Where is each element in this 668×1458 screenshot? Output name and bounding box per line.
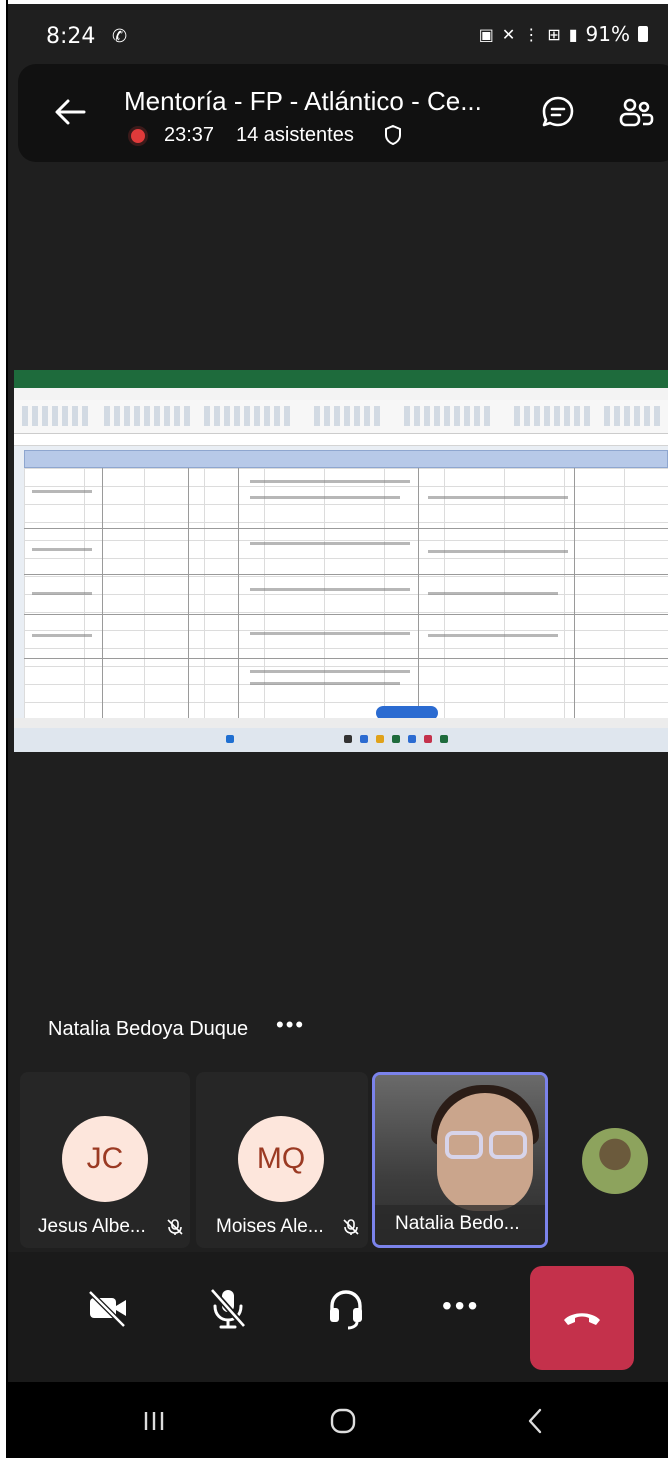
avatar: JC [62,1116,148,1202]
mic-off-icon [167,1219,183,1235]
cell-text [32,634,92,637]
windows-taskbar [14,728,668,752]
spreadsheet-ribbon [14,400,668,434]
status-time: 8:24 [46,24,96,49]
participant-tile-active[interactable]: Natalia Bedo... [372,1072,548,1248]
back-arrow-icon[interactable] [48,90,92,134]
participant-tile[interactable]: MQ Moises Ale... [196,1072,368,1248]
status-icons: ▣ ✕ ⋮ ⊞ ▮ 91% [479,22,648,46]
battery-level: 91% [585,22,630,46]
row-divider [24,614,668,615]
column-divider [574,468,575,718]
mic-off-icon[interactable] [204,1284,252,1332]
headset-icon[interactable] [322,1284,370,1332]
formula-bar [14,434,668,446]
video-glasses [489,1131,527,1159]
cell-text [428,496,568,499]
ribbon-group [314,406,384,426]
ribbon-group [22,406,92,426]
recording-timer: 23:37 [164,124,215,146]
taskbar-app-icon [344,735,352,743]
cell-text [250,496,400,499]
cell-text [32,548,92,551]
taskbar-app-icon [440,735,448,743]
hang-up-button[interactable] [530,1266,634,1370]
spreadsheet-header-row [24,450,668,468]
cell-text [250,682,400,685]
taskbar-app-icon [360,735,368,743]
column-divider [188,468,189,718]
meeting-title[interactable]: Mentoría - FP - Atlántico - Ce... [124,86,482,117]
call-controls: ••• [8,1252,668,1382]
sheet-tabs [14,718,668,728]
taskbar-app-icon [376,735,384,743]
taskbar-app-icon [424,735,432,743]
chat-icon[interactable] [540,94,576,130]
spreadsheet-title-bar [14,370,668,388]
presenter-more-button[interactable]: ••• [276,1012,305,1038]
screen-edge [0,0,8,1458]
cell-text [32,490,92,493]
attendee-count[interactable]: 14 asistentes [236,124,354,147]
camera-off-icon[interactable] [84,1284,132,1332]
cell-text [32,592,92,595]
row-divider [24,574,668,575]
spreadsheet-menu-bar [14,388,668,400]
mic-off-icon [343,1219,359,1235]
ribbon-group [404,406,494,426]
row-divider [24,528,668,529]
back-nav-icon[interactable] [522,1406,548,1436]
phone-call-icon: ✆ [112,26,128,46]
spreadsheet-grid [24,450,668,718]
status-bar: 8:24 ✆ ▣ ✕ ⋮ ⊞ ▮ 91% [8,4,668,64]
participant-tile[interactable]: JC Jesus Albe... [20,1072,190,1248]
participant-name: Natalia Bedo... [395,1213,520,1234]
cell-text [250,480,410,483]
phone-screen: 8:24 ✆ ▣ ✕ ⋮ ⊞ ▮ 91% Mentoría - FP - Atl… [8,4,668,1458]
participant-photo-avatar[interactable] [582,1128,648,1194]
cell-text [428,634,558,637]
cell-text [250,632,410,635]
hang-up-icon [564,1313,600,1325]
column-divider [238,468,239,718]
row-divider [24,658,668,659]
ribbon-group [104,406,194,426]
shield-icon[interactable] [384,124,402,146]
taskbar-app-icon [392,735,400,743]
cell-text [250,670,410,673]
mute-icon: ✕ [501,24,516,44]
5g-icon: ⊞ [547,24,561,44]
system-nav-bar [8,1382,668,1458]
video-glasses [445,1131,483,1159]
home-icon[interactable] [328,1406,358,1436]
notification-icon: ▣ [478,24,494,44]
battery-icon [638,26,648,42]
cell-text [428,550,568,553]
avatar: MQ [238,1116,324,1202]
presenter-name: Natalia Bedoya Duque [48,1018,249,1040]
more-options-button[interactable]: ••• [442,1290,480,1322]
ribbon-group [514,406,594,426]
cell-text [250,542,410,545]
column-divider [418,468,419,718]
participant-name: Moises Ale... [216,1216,324,1237]
participant-name: Jesus Albe... [38,1216,146,1237]
taskbar-app-icon [408,735,416,743]
meeting-header: Mentoría - FP - Atlántico - Ce... 23:37 … [18,64,668,162]
cell-text [428,592,558,595]
recent-apps-icon[interactable] [140,1406,168,1436]
people-icon[interactable] [618,94,654,130]
start-icon [226,735,234,743]
lte-icon: ⋮ [523,24,540,44]
ribbon-group [204,406,294,426]
recording-icon [128,126,148,146]
signal-icon: ▮ [568,24,578,44]
column-divider [102,468,103,718]
ribbon-group [604,406,660,426]
cell-text [250,588,410,591]
shared-screen [14,370,668,752]
